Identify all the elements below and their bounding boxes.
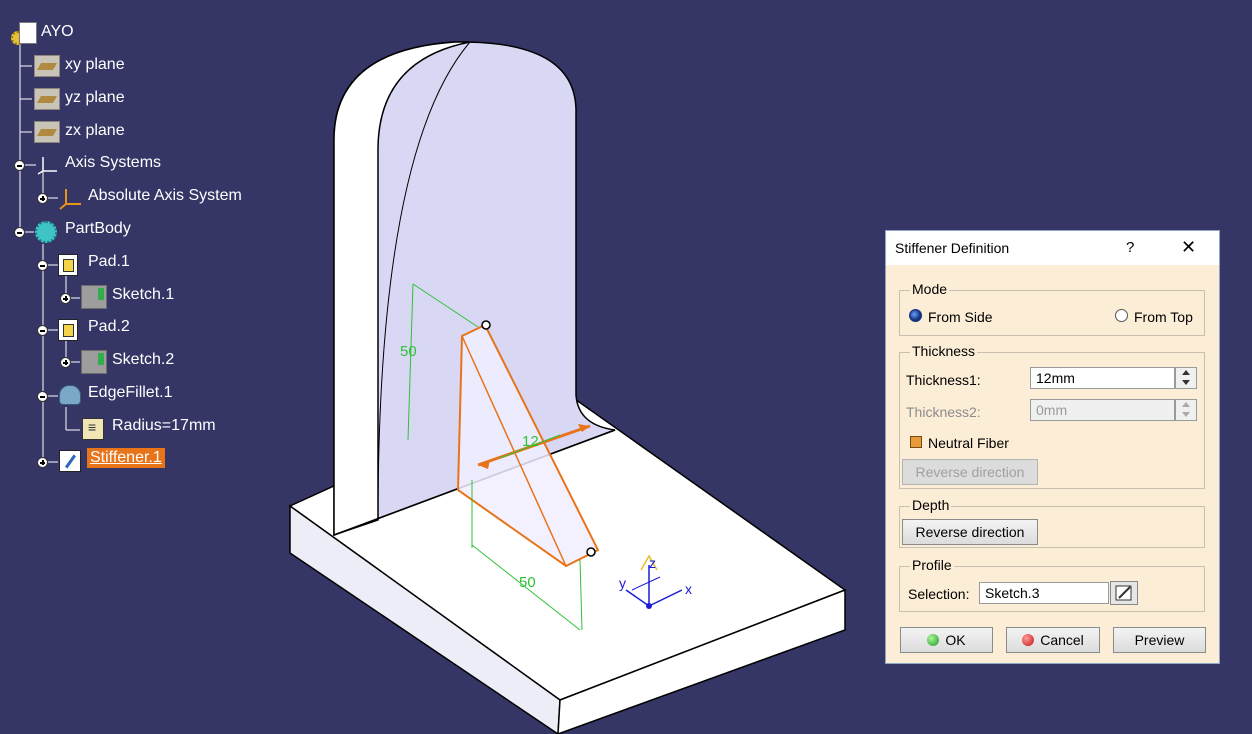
- tree-item-xy-plane[interactable]: xy plane: [65, 55, 125, 75]
- edit-sketch-icon[interactable]: [1110, 581, 1138, 605]
- tree-item-edgefillet1[interactable]: EdgeFillet.1: [88, 383, 173, 403]
- sketch1-icon[interactable]: [81, 285, 107, 309]
- depth-reverse-direction-button[interactable]: Reverse direction: [902, 519, 1038, 545]
- tree-item-partbody[interactable]: PartBody: [65, 219, 131, 239]
- dimension-thickness: 12: [522, 433, 539, 450]
- ok-green-icon: [927, 634, 940, 646]
- thickness-group-label: Thickness: [910, 343, 978, 359]
- xy-plane-icon[interactable]: [34, 55, 60, 77]
- absolute-axis-icon[interactable]: [59, 186, 83, 210]
- radius-parameter-icon[interactable]: [82, 418, 104, 440]
- tree-item-stiffener1[interactable]: Stiffener.1: [87, 448, 165, 468]
- cancel-red-icon: [1022, 634, 1035, 646]
- thickness2-spinner[interactable]: [1175, 399, 1197, 421]
- from-side-radio[interactable]: [909, 309, 922, 322]
- axis-label-y: y: [619, 575, 626, 591]
- tree-item-pad1[interactable]: Pad.1: [88, 252, 130, 272]
- dialog-titlebar[interactable]: Stiffener Definition ? ✕: [886, 231, 1219, 265]
- close-icon[interactable]: ✕: [1181, 237, 1196, 258]
- neutral-fiber-checkbox[interactable]: [910, 436, 922, 448]
- thickness1-spinner[interactable]: [1175, 367, 1197, 389]
- dialog-title: Stiffener Definition: [895, 240, 1010, 256]
- tree-item-yz-plane[interactable]: yz plane: [65, 88, 125, 108]
- expand-absolute-axis-toggle[interactable]: [37, 193, 48, 204]
- tree-item-sketch1[interactable]: Sketch.1: [112, 285, 174, 305]
- cancel-button[interactable]: Cancel: [1006, 627, 1100, 653]
- specification-tree[interactable]: AYO xy plane yz plane zx plane Axis Syst…: [0, 0, 300, 500]
- dimension-vertical: 50: [400, 343, 417, 360]
- thickness2-label: Thickness2:: [906, 404, 981, 420]
- axis-label-x: x: [685, 581, 692, 597]
- axis-systems-icon[interactable]: [37, 153, 59, 175]
- tree-item-sketch2[interactable]: Sketch.2: [112, 350, 174, 370]
- collapse-pad2-toggle[interactable]: [37, 325, 48, 336]
- tree-item-pad2[interactable]: Pad.2: [88, 317, 130, 337]
- tree-item-axis-systems[interactable]: Axis Systems: [65, 153, 161, 173]
- tree-item-absolute-axis-system[interactable]: Absolute Axis System: [88, 186, 242, 206]
- zx-plane-icon[interactable]: [34, 121, 60, 143]
- edgefillet-icon[interactable]: [59, 385, 81, 405]
- pad1-icon[interactable]: [58, 254, 78, 276]
- tree-root-label[interactable]: AYO: [41, 22, 74, 42]
- sketch2-icon[interactable]: [81, 350, 107, 374]
- from-top-label[interactable]: From Top: [1134, 309, 1193, 325]
- cancel-button-label: Cancel: [1040, 632, 1084, 648]
- thickness2-field[interactable]: 0mm: [1030, 399, 1175, 421]
- selection-label: Selection:: [908, 586, 970, 602]
- tree-item-radius[interactable]: Radius=17mm: [112, 416, 216, 436]
- collapse-axis-systems-toggle[interactable]: [14, 160, 25, 171]
- collapse-partbody-toggle[interactable]: [14, 227, 25, 238]
- help-button[interactable]: ?: [1126, 239, 1134, 256]
- preview-button[interactable]: Preview: [1113, 627, 1206, 653]
- axis-label-z: z: [649, 555, 656, 571]
- from-top-radio[interactable]: [1115, 309, 1128, 322]
- collapse-pad1-toggle[interactable]: [37, 260, 48, 271]
- collapse-edgefillet-toggle[interactable]: [37, 391, 48, 402]
- part-document-icon[interactable]: [19, 22, 37, 44]
- thickness1-label: Thickness1:: [906, 372, 981, 388]
- stiffener-icon[interactable]: [59, 450, 81, 472]
- mode-group-label: Mode: [910, 281, 950, 297]
- neutral-fiber-label[interactable]: Neutral Fiber: [928, 435, 1009, 451]
- expand-sketch2-toggle[interactable]: [60, 357, 71, 368]
- pad2-icon[interactable]: [58, 319, 78, 341]
- partbody-gear-icon[interactable]: [35, 221, 57, 243]
- expand-stiffener-toggle[interactable]: [37, 457, 48, 468]
- thickness-reverse-direction-button[interactable]: Reverse direction: [902, 459, 1038, 485]
- ok-button-label: OK: [945, 632, 966, 648]
- edit-sketch-glyph: [1115, 585, 1132, 601]
- dimension-horizontal: 50: [519, 574, 536, 591]
- expand-sketch1-toggle[interactable]: [60, 293, 71, 304]
- profile-group-label: Profile: [910, 557, 954, 573]
- thickness1-field[interactable]: 12mm: [1030, 367, 1175, 389]
- depth-group-label: Depth: [910, 497, 952, 513]
- profile-selection-field[interactable]: Sketch.3: [979, 582, 1109, 604]
- tree-item-zx-plane[interactable]: zx plane: [65, 121, 125, 141]
- from-side-label[interactable]: From Side: [928, 309, 993, 325]
- stiffener-definition-dialog[interactable]: Stiffener Definition ? ✕ Mode From Side …: [885, 230, 1220, 664]
- yz-plane-icon[interactable]: [34, 88, 60, 110]
- ok-button[interactable]: OK: [900, 627, 993, 653]
